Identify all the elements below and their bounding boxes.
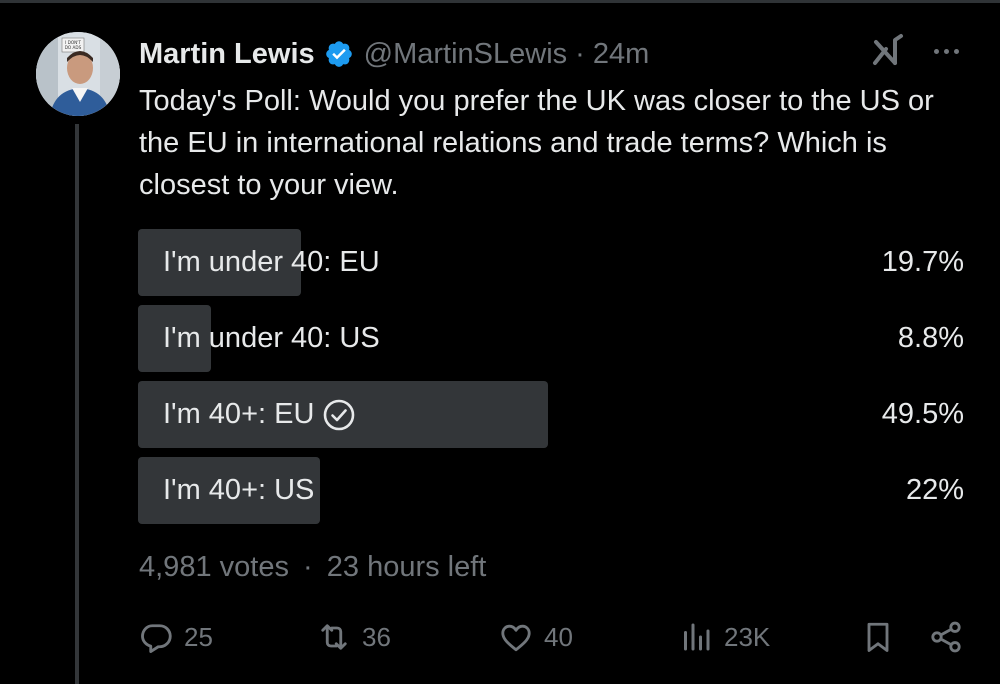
like-count: 40 [544,621,573,652]
repost-count: 36 [362,621,391,652]
post-time[interactable]: 24m [593,38,649,71]
check-circle-icon [322,398,356,432]
poll-meta-separator: · [303,551,313,583]
repost-icon [321,624,347,650]
author-handle[interactable]: @MartinSLewis [364,38,568,71]
more-dot [953,48,959,54]
post-header: Martin Lewis @MartinSLewis · 24m [139,34,649,74]
reply-button[interactable]: 25 [138,614,213,660]
poll-time-left: 23 hours left [326,551,487,583]
share-icon [931,621,961,653]
like-button[interactable]: 40 [498,614,573,660]
avatar-image: I DON'T DO ADS [36,32,120,116]
bookmark-icon [867,622,889,652]
poll-meta: 4,981 votes · 23 hours left [139,551,486,584]
poll-option-percent: 22% [905,474,964,506]
poll-option-label: I'm under 40: US [163,322,380,354]
verified-badge-icon[interactable] [324,39,354,69]
thread-connector-line [75,124,79,684]
views-icon [684,623,710,651]
more-dot [933,48,939,54]
author-name[interactable]: Martin Lewis [139,38,315,71]
bookmark-button[interactable] [860,614,896,660]
poll-option-percent: 49.5% [881,398,964,430]
poll-option[interactable]: I'm under 40: EU 19.7% [138,229,966,296]
repost-button[interactable]: 36 [316,614,391,660]
action-bar: 25 36 40 23K [138,614,968,660]
poll-option[interactable]: I'm 40+: US 22% [138,457,966,524]
poll-option-percent: 8.8% [897,322,964,354]
views-button[interactable]: 23K [678,614,770,660]
poll-option-label: I'm under 40: EU [163,246,380,278]
grok-icon[interactable] [868,30,908,72]
poll-option-percent: 19.7% [881,246,964,278]
more-options-icon[interactable] [926,36,966,66]
poll: I'm under 40: EU 19.7% I'm under 40: US … [138,229,966,533]
avatar-sign-line-2: DO ADS [65,45,82,50]
post-text: Today's Poll: Would you prefer the UK wa… [139,85,934,201]
views-count: 23K [724,621,771,652]
header-separator: · [575,37,585,70]
avatar[interactable]: I DON'T DO ADS [36,32,120,116]
like-icon [501,624,531,652]
poll-option-winner[interactable]: I'm 40+: EU 49.5% [138,381,966,448]
more-dot [943,48,949,54]
reply-icon [141,624,172,653]
poll-option-label: I'm 40+: US [163,474,315,506]
share-button[interactable] [928,614,964,660]
reply-count: 25 [184,621,213,652]
top-divider [0,0,1000,3]
poll-votes: 4,981 votes [139,551,289,583]
poll-option-label: I'm 40+: EU [163,398,356,432]
poll-option[interactable]: I'm under 40: US 8.8% [138,305,966,372]
